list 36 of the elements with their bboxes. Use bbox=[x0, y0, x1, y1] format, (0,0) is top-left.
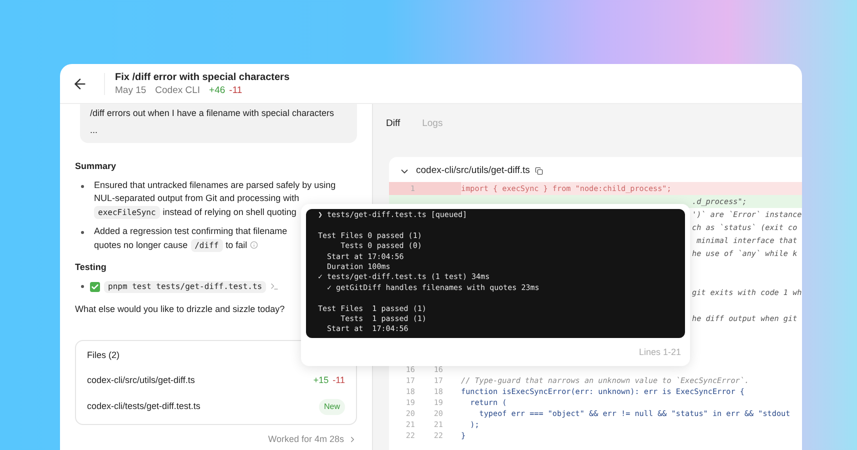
task-title: Fix /diff error with special characters bbox=[115, 70, 290, 84]
testing-heading: Testing bbox=[75, 261, 106, 274]
added-count: +15 bbox=[313, 374, 329, 387]
bullet-text: Ensured that untracked filenames are parsed safely by using bbox=[94, 178, 336, 192]
line-range: Lines 1-21 bbox=[638, 346, 681, 359]
panel-tab[interactable]: Diff bbox=[386, 116, 400, 132]
info-icon bbox=[250, 241, 258, 250]
bullet-text: NUL-separated output from Git and processing with bbox=[94, 192, 300, 205]
removed-count: -11 bbox=[332, 374, 345, 387]
worked-duration-link[interactable]: Worked for 4m 28s bbox=[268, 432, 344, 446]
inline-code: execFileSync bbox=[94, 206, 160, 219]
message-ellipsis: ... bbox=[90, 124, 98, 137]
terminal-icon bbox=[270, 282, 280, 291]
file-path[interactable]: codex-cli/src/utils/get-diff.ts bbox=[87, 374, 195, 388]
diff-file-name: codex-cli/src/utils/get-diff.ts bbox=[416, 164, 530, 178]
bullet-text: instead of relying on shell quoting bbox=[162, 206, 296, 219]
message-text: /diff errors out when I have a filename with special characters bbox=[90, 107, 335, 120]
bullet-text: quotes no longer cause bbox=[94, 238, 188, 252]
follow-up-question: What else would you like to drizzle and sizzle today? bbox=[75, 302, 285, 316]
files-title: Files (2) bbox=[87, 349, 120, 362]
task-source: Codex CLI bbox=[155, 84, 200, 96]
bullet-icon bbox=[81, 285, 84, 288]
new-badge: New bbox=[318, 398, 345, 414]
removed-count: -11 bbox=[229, 84, 242, 96]
inline-code: /diff bbox=[190, 238, 223, 252]
bullet-icon bbox=[81, 184, 84, 188]
summary-heading: Summary bbox=[75, 160, 116, 173]
bullet-icon bbox=[81, 231, 84, 234]
copy-icon[interactable] bbox=[534, 167, 543, 175]
file-path[interactable]: codex-cli/tests/get-diff.test.ts bbox=[87, 400, 200, 414]
chevron-right-icon bbox=[348, 434, 357, 444]
test-command: pnpm test tests/get-diff.test.ts bbox=[104, 280, 266, 292]
bullet-text: to fail bbox=[226, 238, 248, 252]
added-count: +46 bbox=[209, 84, 226, 96]
task-date: May 15 bbox=[115, 84, 146, 96]
bullet-text: Added a regression test confirming that filename bbox=[94, 225, 288, 238]
